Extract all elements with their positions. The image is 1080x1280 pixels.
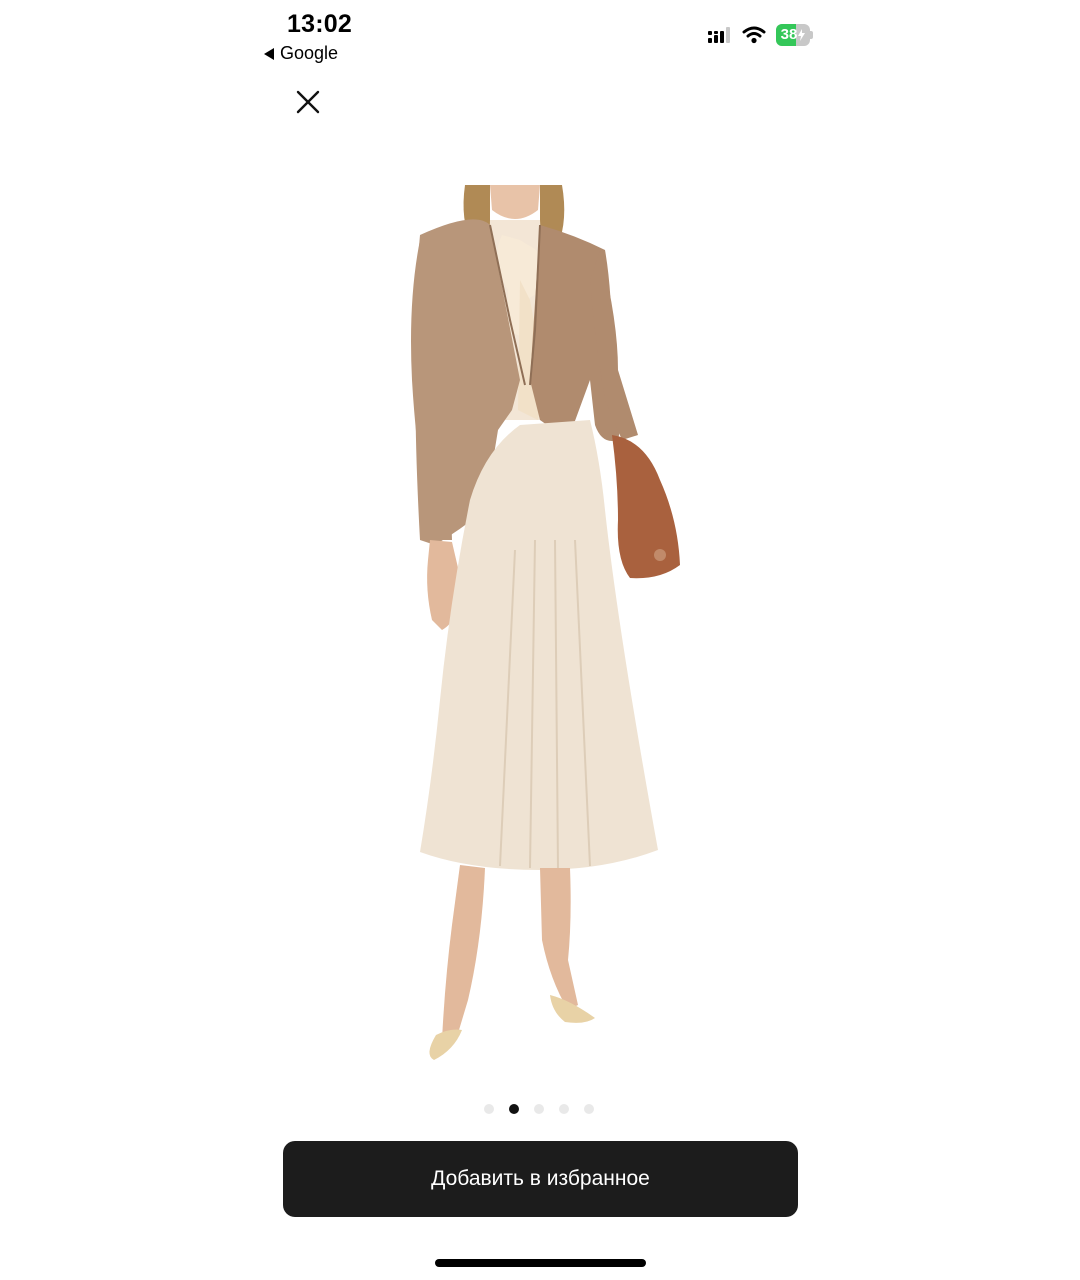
product-photo[interactable] [390, 180, 700, 1075]
battery-level: 38 [780, 26, 798, 43]
status-icons: 38 [706, 24, 813, 46]
back-arrow-icon [264, 47, 274, 60]
gallery-pager [484, 1104, 594, 1114]
status-time: 13:02 [287, 10, 352, 38]
product-gallery-screen: 13:02 Google 38 Добавить в избранное [0, 0, 1080, 1280]
pager-dot-3[interactable] [534, 1104, 544, 1114]
handbag [612, 435, 680, 579]
back-to-google-link[interactable]: Google [264, 43, 338, 64]
wifi-icon [742, 26, 766, 44]
pager-dot-5[interactable] [584, 1104, 594, 1114]
close-icon [296, 90, 320, 114]
lightning-icon [798, 29, 806, 41]
back-link-label: Google [280, 43, 339, 63]
left-sandal [429, 1029, 462, 1060]
battery-charging-icon: 38 [776, 24, 813, 46]
pager-dot-4[interactable] [559, 1104, 569, 1114]
add-to-favorites-button[interactable]: Добавить в избранное [283, 1141, 798, 1217]
pager-dot-2-active[interactable] [509, 1104, 519, 1114]
cellular-signal-icon [708, 27, 730, 43]
home-indicator[interactable] [435, 1259, 646, 1267]
close-button[interactable] [292, 86, 324, 118]
pager-dot-1[interactable] [484, 1104, 494, 1114]
